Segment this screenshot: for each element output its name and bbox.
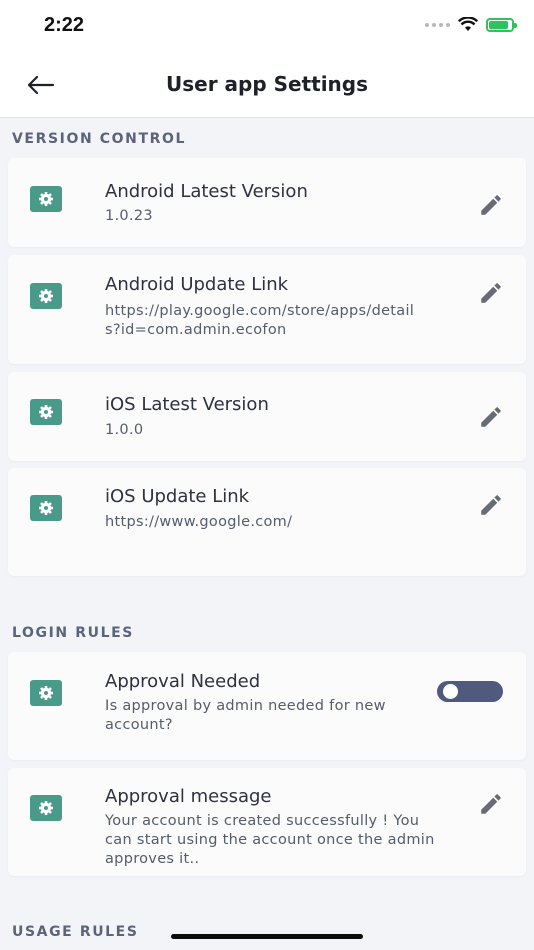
gear-icon [30,795,62,821]
toggle-knob [443,684,458,699]
battery-charging-icon [486,17,517,32]
setting-card-android-update-link: Android Update Link https://play.google.… [8,255,526,364]
status-bar: 2:22 [0,0,534,54]
section-title-login-rules: LOGIN RULES [12,625,134,641]
home-indicator [171,934,363,939]
section-title-version-control: VERSION CONTROL [12,131,187,147]
edit-button[interactable] [476,490,506,520]
wifi-icon [458,17,478,31]
setting-value: 1.0.0 [105,422,144,438]
signal-icon [425,22,450,27]
setting-card-ios-latest-version: iOS Latest Version 1.0.0 [8,372,526,461]
setting-card-approval-needed: Approval Needed Is approval by admin nee… [8,652,526,760]
setting-value: Is approval by admin needed for new acco… [105,698,386,733]
edit-button[interactable] [476,402,506,432]
gear-icon [30,283,62,309]
section-title-usage-rules: USAGE RULES [12,924,139,940]
status-time: 2:22 [44,14,85,36]
gear-icon [30,495,62,521]
setting-value: Your account is created successfully ! Y… [105,813,435,867]
setting-card-ios-update-link: iOS Update Link https://www.google.com/ [8,468,526,576]
app-header: User app Settings [0,54,534,118]
setting-card-approval-message: Approval message Your account is created… [8,768,526,876]
page-title: User app Settings [165,72,369,96]
setting-value: 1.0.23 [105,208,153,224]
edit-button[interactable] [476,190,506,220]
setting-card-android-latest-version: Android Latest Version 1.0.23 [8,158,526,247]
pencil-icon [481,195,501,215]
pencil-icon [481,794,501,814]
setting-title: Android Latest Version [105,181,308,202]
setting-title: iOS Update Link [105,486,250,507]
edit-button[interactable] [476,789,506,819]
gear-icon [30,680,62,706]
gear-icon [30,186,62,212]
setting-value: https://www.google.com/ [105,514,293,530]
pencil-icon [481,495,501,515]
setting-title: Android Update Link [105,274,289,295]
pencil-icon [481,283,501,303]
pencil-icon [481,407,501,427]
setting-title: iOS Latest Version [105,394,269,415]
setting-value: https://play.google.com/store/apps/detai… [105,303,415,338]
setting-title: Approval Needed [105,671,261,692]
setting-title: Approval message [105,786,272,807]
status-icons [425,17,517,32]
edit-button[interactable] [476,278,506,308]
gear-icon [30,399,62,425]
approval-toggle[interactable] [437,681,503,702]
